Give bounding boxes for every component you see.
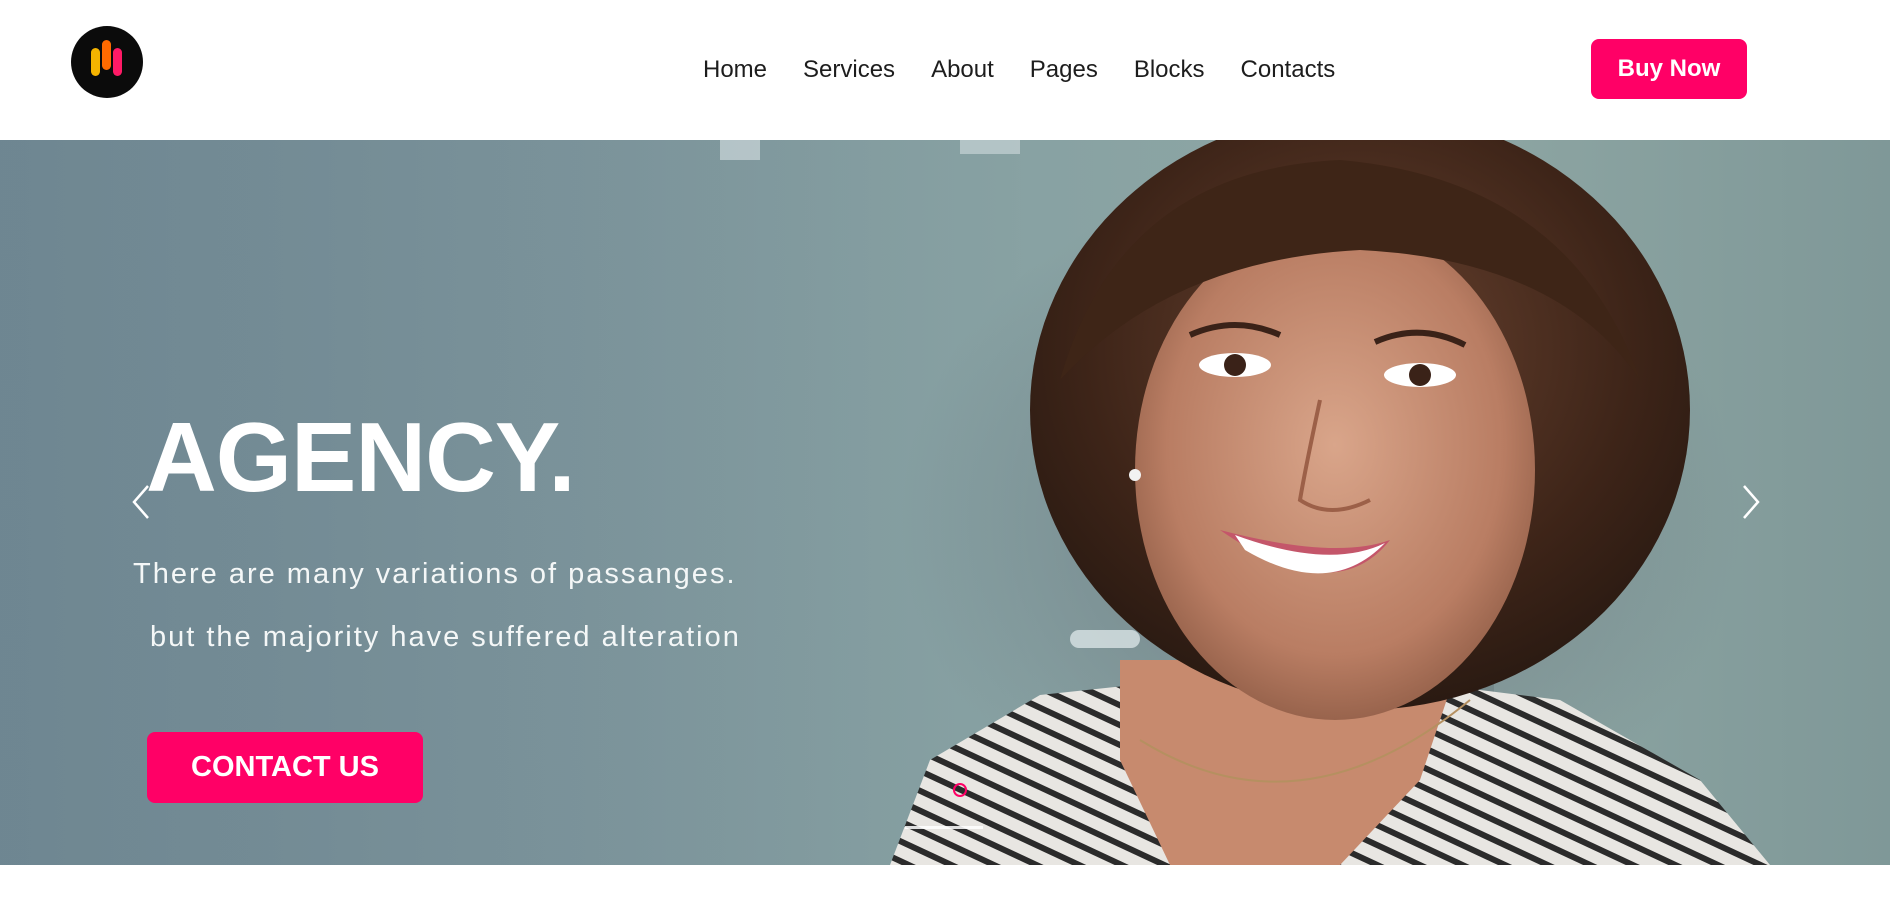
nav-pages[interactable]: Pages xyxy=(1030,56,1098,84)
hero-slider: AGENCY. There are many variations of pas… xyxy=(0,140,1890,865)
slider-progress-bar xyxy=(905,826,983,829)
contact-us-button[interactable]: CONTACT US xyxy=(147,732,423,803)
nav-blocks[interactable]: Blocks xyxy=(1134,56,1205,84)
logo[interactable] xyxy=(71,26,143,98)
bars-logo-icon xyxy=(91,40,122,76)
nav-home[interactable]: Home xyxy=(703,56,767,84)
main-nav: Home Services About Pages Blocks Contact… xyxy=(703,50,1371,90)
nav-about[interactable]: About xyxy=(931,56,994,84)
hero-subtitle-line1: There are many variations of passanges. xyxy=(133,558,737,590)
hero-title: AGENCY. xyxy=(146,402,576,512)
slider-indicator-dot[interactable] xyxy=(953,783,967,797)
nav-contacts[interactable]: Contacts xyxy=(1241,56,1336,84)
chevron-right-icon[interactable] xyxy=(1736,482,1764,522)
buy-now-button[interactable]: Buy Now xyxy=(1591,39,1747,99)
site-header: Home Services About Pages Blocks Contact… xyxy=(0,0,1895,140)
hero-subtitle-line2: but the majority have suffered alteratio… xyxy=(150,621,741,653)
nav-services[interactable]: Services xyxy=(803,56,895,84)
